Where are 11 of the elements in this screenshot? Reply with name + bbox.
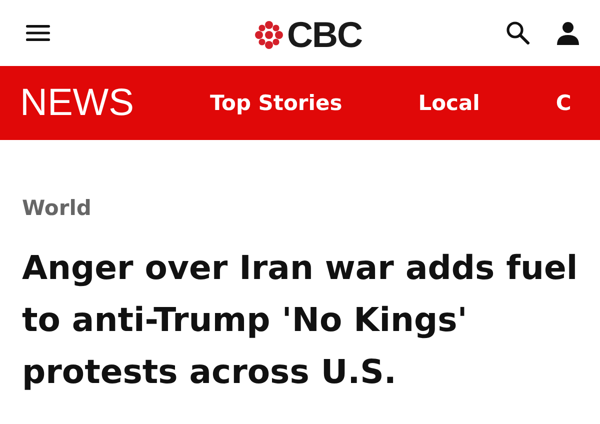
category-label[interactable]: World [22, 196, 578, 220]
nav-tab[interactable]: C [556, 91, 572, 115]
nav-tab[interactable]: Local [418, 91, 480, 115]
section-title[interactable]: NEWS [20, 82, 134, 124]
logo-text[interactable]: CBC [287, 14, 362, 56]
headline: Anger over Iran war adds fuel to anti-Trump 'No Kings' protests across U.S. [22, 247, 578, 393]
gem-icon [254, 20, 284, 50]
person-icon[interactable] [556, 21, 580, 45]
menu-icon[interactable] [26, 24, 50, 42]
search-icon[interactable] [506, 21, 530, 45]
nav-tab[interactable]: Top Stories [210, 91, 342, 115]
